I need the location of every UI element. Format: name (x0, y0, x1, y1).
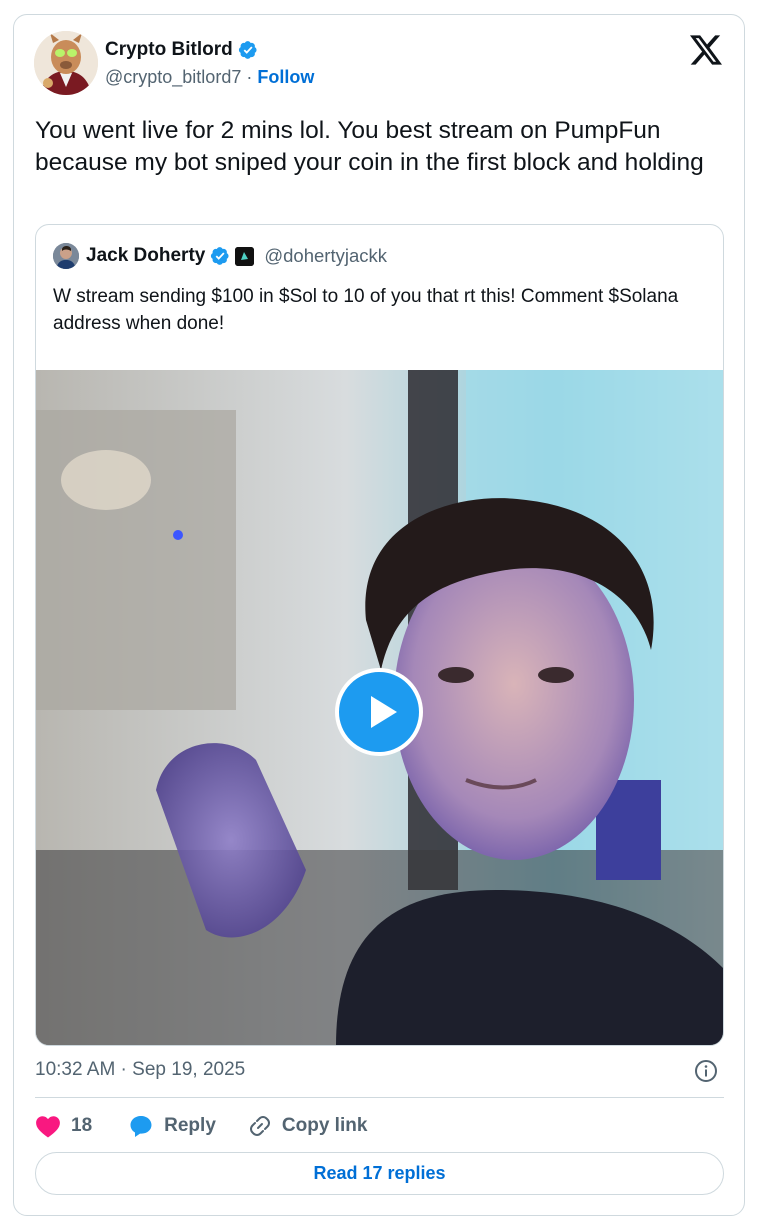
divider (35, 1097, 724, 1098)
reply-label: Reply (164, 1115, 216, 1136)
x-logo-icon[interactable] (690, 35, 722, 65)
affiliate-badge-icon (235, 246, 255, 266)
quoted-verified-badge-icon (211, 247, 229, 265)
like-button[interactable]: 18 (35, 1114, 92, 1138)
action-bar: 18 Reply Copy link (35, 1111, 367, 1141)
play-icon (371, 696, 397, 728)
play-button[interactable] (335, 668, 423, 756)
quoted-author-handle[interactable]: @dohertyjackk (264, 245, 387, 267)
verified-badge-icon (238, 41, 257, 59)
tweet-text: You went live for 2 mins lol. You best s… (35, 117, 704, 176)
follow-button[interactable]: Follow (257, 67, 314, 88)
author-handle[interactable]: @crypto_bitlord7 (105, 67, 241, 88)
reply-bubble-icon (130, 1116, 152, 1137)
read-replies-button[interactable]: Read 17 replies (35, 1152, 724, 1195)
author-avatar[interactable] (34, 31, 98, 95)
like-count: 18 (71, 1115, 93, 1136)
tweet-timestamp[interactable]: 10:32 AM · Sep 19, 2025 (35, 1059, 245, 1081)
quoted-author-avatar[interactable] (53, 243, 79, 269)
author-handle-row: @crypto_bitlord7 · Follow (105, 67, 314, 88)
heart-icon (36, 1116, 60, 1138)
author-name[interactable]: Crypto Bitlord (105, 39, 258, 61)
quoted-author-name[interactable]: Jack Doherty (86, 245, 205, 267)
quoted-video[interactable] (36, 370, 723, 1045)
quoted-text: W stream sending $100 in $Sol to 10 of y… (53, 286, 679, 334)
copy-link-button[interactable]: Copy link (248, 1114, 368, 1138)
separator: · (246, 67, 253, 87)
link-icon (249, 1116, 270, 1136)
tweet-embed-card: Crypto Bitlord @crypto_bitlord7 · Follow… (13, 14, 745, 1216)
info-icon[interactable] (694, 1059, 718, 1083)
author-name-text[interactable]: Crypto Bitlord (105, 39, 233, 61)
copy-link-label: Copy link (281, 1115, 368, 1136)
quoted-header: Jack Doherty @dohertyjackk (86, 243, 387, 269)
reply-button[interactable]: Reply (128, 1114, 216, 1138)
quoted-tweet[interactable]: Jack Doherty @dohertyjackk W stream send… (35, 224, 724, 1046)
